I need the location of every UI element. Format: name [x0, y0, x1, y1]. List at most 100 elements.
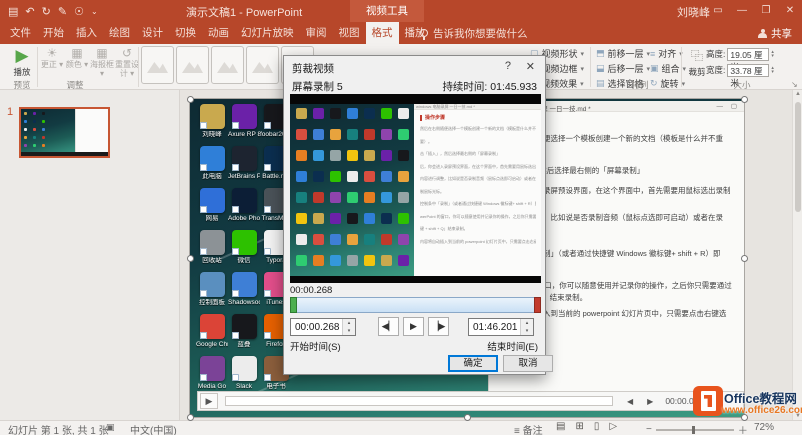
- close-icon[interactable]: ✕: [778, 0, 802, 22]
- move-forward-icon[interactable]: ▶: [647, 397, 653, 406]
- scroll-up-icon[interactable]: ▲: [793, 91, 802, 97]
- desktop-icon[interactable]: 控制面板: [196, 271, 228, 313]
- tab-文件[interactable]: 文件: [4, 22, 37, 44]
- selection-handle[interactable]: [464, 414, 471, 421]
- width-field[interactable]: 33.78 厘米: [727, 64, 769, 77]
- help-icon[interactable]: ?: [505, 60, 511, 72]
- selection-handle[interactable]: [741, 96, 748, 103]
- view-普通视图-icon[interactable]: ▤: [556, 421, 565, 432]
- selection-handle[interactable]: [187, 414, 194, 421]
- next-frame-button[interactable]: ▕▶: [428, 317, 449, 336]
- desktop-icon[interactable]: Axure RP 8: [228, 103, 260, 145]
- selection-handle[interactable]: [741, 255, 748, 262]
- tell-me-box[interactable]: 告诉我你想要做什么: [420, 22, 528, 44]
- end-time-spinner[interactable]: 01:46.201 ▴▾: [468, 318, 534, 336]
- trim-slider[interactable]: [290, 297, 541, 313]
- button-label: 后移一层: [608, 62, 644, 75]
- desktop-icon[interactable]: Shadowsocks: [228, 271, 260, 313]
- button-重置设计[interactable]: ↺重置设计 ▾: [115, 46, 139, 78]
- preview-app-icon: [364, 129, 375, 140]
- zoom-slider[interactable]: [656, 429, 734, 431]
- vertical-scrollbar[interactable]: ▲ ▼: [792, 90, 802, 420]
- video-style-thumbnail[interactable]: [246, 46, 279, 84]
- trim-start-handle[interactable]: [290, 297, 297, 313]
- width-spinner[interactable]: ▴▾: [771, 66, 774, 75]
- redo-icon[interactable]: ↻: [42, 5, 51, 18]
- previous-frame-button[interactable]: ◀▏: [378, 317, 399, 336]
- save-icon[interactable]: ▤: [8, 5, 18, 18]
- tab-切换[interactable]: 切换: [169, 22, 202, 44]
- button-颜色[interactable]: ▦颜色 ▾: [65, 46, 89, 78]
- preview-doc-line: 内容将自动插入到当前的 powerpoint 幻灯片页中，只需要点击右键选: [420, 239, 536, 244]
- button-海报框[interactable]: ▦海报框 ▾: [90, 46, 114, 78]
- playback-progress-track[interactable]: [225, 396, 613, 406]
- cancel-button[interactable]: 取消: [503, 355, 553, 372]
- minimize-icon[interactable]: —: [730, 0, 754, 22]
- button-后移一层[interactable]: ⬓后移一层▾: [596, 61, 650, 76]
- undo-icon[interactable]: ↶: [25, 5, 34, 18]
- language-indicator[interactable]: 中文(中国): [130, 422, 177, 435]
- desktop-icon[interactable]: 网易: [196, 187, 228, 229]
- dialog-play-button[interactable]: ▶: [403, 317, 424, 336]
- tab-动画[interactable]: 动画: [202, 22, 235, 44]
- desktop-icon[interactable]: 回收站: [196, 229, 228, 271]
- desktop-icon[interactable]: 微信: [228, 229, 260, 271]
- start-time-arrows[interactable]: ▴▾: [342, 319, 355, 335]
- touch-icon[interactable]: ☉: [74, 5, 84, 18]
- video-style-thumbnail[interactable]: [176, 46, 209, 84]
- button-前移一层[interactable]: ⬒前移一层▾: [596, 46, 650, 61]
- tab-插入[interactable]: 插入: [70, 22, 103, 44]
- end-time-arrows[interactable]: ▴▾: [520, 319, 533, 335]
- playback-play-button[interactable]: ▶: [200, 393, 218, 409]
- start-time-spinner[interactable]: 00:00.268 ▴▾: [290, 318, 356, 336]
- ribbon-display-options-icon[interactable]: ▭: [706, 0, 730, 22]
- desktop-icon[interactable]: 刘晓峰: [196, 103, 228, 145]
- video-style-thumbnail[interactable]: [211, 46, 244, 84]
- tab-视图[interactable]: 视图: [333, 22, 366, 44]
- video-style-thumbnail[interactable]: [141, 46, 174, 84]
- desktop-icon[interactable]: 蓝叠: [228, 313, 260, 355]
- tab-幻灯片放映[interactable]: 幻灯片放映: [235, 22, 300, 44]
- tab-开始[interactable]: 开始: [37, 22, 70, 44]
- desktop-icon[interactable]: 此电脑: [196, 145, 228, 187]
- tab-审阅[interactable]: 审阅: [300, 22, 333, 44]
- desktop-icon[interactable]: Adobe Photoshop: [228, 187, 260, 229]
- trim-end-handle[interactable]: [534, 297, 541, 313]
- tab-设计[interactable]: 设计: [136, 22, 169, 44]
- view-幻灯片浏览-icon[interactable]: ⊞: [575, 421, 583, 432]
- desktop-icon[interactable]: JetBrains PyCharm: [228, 145, 260, 187]
- thumbnail-icon-dot: [24, 120, 27, 123]
- button-更正[interactable]: ☀更正 ▾: [40, 46, 64, 78]
- play-preview-button[interactable]: ▶ 播放: [8, 46, 36, 76]
- ok-button[interactable]: 确定: [448, 355, 498, 372]
- slide-1-thumbnail[interactable]: [19, 107, 110, 158]
- preview-doc-line: 后，你会进入录屏预设界面，在这个界面中，首先需要用鼠标选出录制: [420, 164, 536, 169]
- height-field[interactable]: 19.05 厘米: [727, 48, 769, 61]
- restore-icon[interactable]: ❐: [754, 0, 778, 22]
- ink-icon[interactable]: ✎: [58, 5, 67, 18]
- desktop-icon[interactable]: Google Chrome: [196, 313, 228, 355]
- start-time-label: 开始时间(S): [290, 339, 341, 353]
- selection-handle[interactable]: [187, 255, 194, 262]
- notes-toggle[interactable]: ≡ 备注: [514, 422, 543, 435]
- zoom-out-icon[interactable]: −: [646, 424, 652, 435]
- dialog-close-icon[interactable]: ✕: [526, 60, 535, 73]
- size-dialog-launcher-icon[interactable]: ↘: [791, 80, 798, 89]
- accessibility-icon[interactable]: ▣: [106, 422, 115, 433]
- button-label: 视频边框: [542, 62, 578, 75]
- group-separator: [37, 47, 38, 87]
- app-icon: [200, 314, 225, 339]
- tab-格式[interactable]: 格式: [366, 22, 399, 44]
- preview-app-icon: [330, 213, 341, 224]
- zoom-slider-handle[interactable]: [692, 426, 695, 434]
- height-spinner[interactable]: ▴▾: [771, 50, 774, 59]
- move-back-icon[interactable]: ◀: [627, 397, 633, 406]
- tab-绘图[interactable]: 绘图: [103, 22, 136, 44]
- share-button[interactable]: 共享: [758, 22, 792, 44]
- view-阅读视图-icon[interactable]: ▯: [594, 421, 600, 432]
- qat-more-icon[interactable]: ⌄: [91, 7, 98, 16]
- selection-handle[interactable]: [187, 96, 194, 103]
- end-time-label: 结束时间(E): [487, 339, 538, 353]
- scrollbar-thumb[interactable]: [795, 102, 801, 212]
- view-幻灯片放映-icon[interactable]: ▷: [609, 421, 617, 432]
